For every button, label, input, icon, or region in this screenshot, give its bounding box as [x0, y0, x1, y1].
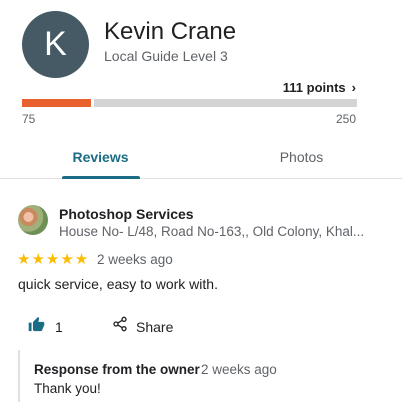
place-thumbnail[interactable] [18, 205, 48, 235]
place-address: House No- L/48, Road No-163,, Old Colony… [59, 224, 365, 239]
progress-divider [91, 99, 94, 107]
like-button[interactable]: 1 [28, 316, 63, 337]
thumbs-up-icon [28, 316, 45, 337]
review-timestamp: 2 weeks ago [97, 252, 173, 267]
tab-reviews[interactable]: Reviews [0, 135, 201, 178]
points-progress-fill [22, 99, 91, 107]
points-progress-bar [22, 99, 357, 107]
review-text: quick service, easy to work with. [18, 276, 218, 292]
like-count: 1 [55, 318, 63, 335]
chevron-right-icon: › [351, 80, 356, 95]
star-rating: ★★★★★ [17, 251, 90, 268]
response-divider [18, 350, 20, 402]
owner-response-title: Response from the owner [34, 362, 200, 377]
progress-max-label: 250 [335, 112, 356, 126]
share-icon [112, 316, 128, 337]
points-link[interactable]: 111 points › [283, 80, 356, 95]
tab-photos[interactable]: Photos [201, 135, 402, 178]
points-label: 111 points [282, 80, 346, 95]
local-guide-level: Local Guide Level 3 [104, 48, 228, 64]
share-button[interactable]: Share [112, 316, 173, 337]
owner-response-text: Thank you! [34, 381, 101, 396]
profile-avatar[interactable]: K [22, 11, 89, 78]
profile-name: Kevin Crane [104, 18, 237, 45]
progress-min-label: 75 [22, 112, 36, 126]
owner-response-timestamp: 2 weeks ago [201, 362, 277, 377]
share-label: Share [136, 318, 174, 335]
profile-tabs: Reviews Photos [0, 135, 402, 179]
place-name[interactable]: Photoshop Services [59, 206, 194, 222]
